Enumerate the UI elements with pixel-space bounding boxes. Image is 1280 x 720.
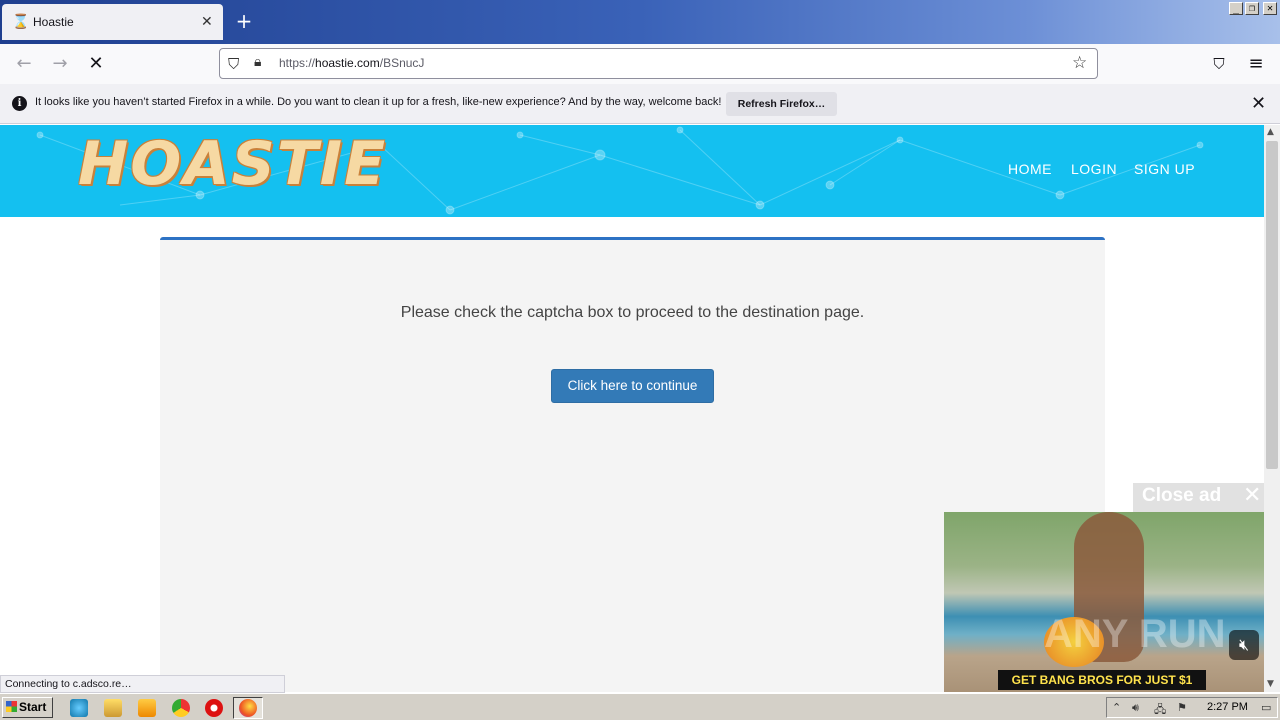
status-bar: Connecting to c.adsco.re…: [0, 675, 285, 693]
firefox-taskbar-button[interactable]: [233, 697, 263, 719]
nav-login-link[interactable]: LOGIN: [1071, 161, 1117, 177]
shield-icon[interactable]: ⛉: [228, 55, 239, 73]
pocket-icon[interactable]: ⛉: [1208, 53, 1230, 75]
media-player-icon[interactable]: [138, 699, 156, 717]
notification-bar: i It looks like you haven’t started Fire…: [0, 84, 1280, 124]
scrollbar-thumb[interactable]: [1266, 141, 1278, 469]
nav-signup-link[interactable]: SIGN UP: [1134, 161, 1195, 177]
continue-button[interactable]: Click here to continue: [551, 369, 714, 403]
close-ad-button[interactable]: Close ad ✕: [1133, 483, 1264, 512]
start-button[interactable]: Start: [2, 697, 53, 718]
close-icon: ✕: [1243, 483, 1262, 508]
browser-tab[interactable]: ⌛ Hoastie ✕: [2, 4, 223, 40]
tab-title: Hoastie: [33, 15, 74, 29]
tray-expand-icon[interactable]: ⌃: [1112, 701, 1121, 714]
back-button[interactable]: ←: [13, 53, 35, 75]
close-notification-icon[interactable]: ✕: [1251, 93, 1266, 114]
browser-tab-strip: ⌛ Hoastie ✕ + _ ❐ ✕: [0, 0, 1280, 44]
show-desktop-icon[interactable]: ▭: [1261, 701, 1271, 714]
captcha-message: Please check the captcha box to proceed …: [400, 304, 865, 321]
nav-home-link[interactable]: HOME: [1008, 161, 1052, 177]
folder-icon[interactable]: [104, 699, 122, 717]
close-tab-icon[interactable]: ✕: [201, 13, 213, 31]
opera-icon[interactable]: [205, 699, 223, 717]
clock[interactable]: 2:27 PM: [1207, 701, 1248, 713]
info-icon: i: [12, 96, 27, 111]
mute-icon[interactable]: 🔇︎: [1229, 630, 1259, 660]
internet-explorer-icon[interactable]: [70, 699, 88, 717]
start-label: Start: [19, 700, 47, 714]
url-bar[interactable]: ⛉ 🔒︎ https://hoastie.com/BSnucJ ☆: [219, 48, 1098, 79]
firefox-icon: [239, 699, 257, 717]
url-path: /BSnucJ: [379, 56, 425, 70]
volume-icon[interactable]: 🔊︎: [1132, 701, 1139, 715]
close-ad-label: Close ad: [1142, 485, 1222, 506]
refresh-firefox-button[interactable]: Refresh Firefox…: [726, 92, 837, 116]
site-header: HOASTIE HOME LOGIN SIGN UP: [0, 125, 1264, 217]
bookmark-star-icon[interactable]: ☆: [1072, 53, 1087, 73]
notification-text: It looks like you haven’t started Firefo…: [35, 96, 722, 108]
taskbar: Start ⌃ 🔊︎ 🖧 ⚑ 2:27 PM ▭: [0, 693, 1280, 720]
windows-logo-icon: [6, 701, 17, 712]
flag-icon[interactable]: ⚑: [1177, 701, 1187, 714]
url-scheme: https://: [279, 56, 316, 70]
url-host: hoastie.com: [315, 56, 380, 70]
url-text[interactable]: https://hoastie.com/BSnucJ: [279, 56, 424, 70]
forward-button[interactable]: →: [49, 53, 71, 75]
lock-icon[interactable]: 🔒︎: [254, 54, 261, 70]
scroll-up-icon[interactable]: ▲: [1267, 127, 1274, 137]
watermark: ANY RUN: [1044, 612, 1226, 656]
ad-video[interactable]: ANY RUN 🔇︎ GET BANG BROS FOR JUST $1: [944, 512, 1264, 692]
site-logo[interactable]: HOASTIE: [78, 129, 387, 199]
new-tab-button[interactable]: +: [233, 10, 255, 32]
vertical-scrollbar[interactable]: ▲ ▼: [1264, 125, 1280, 692]
restore-button[interactable]: ❐: [1245, 2, 1259, 15]
scroll-down-icon[interactable]: ▼: [1267, 679, 1274, 689]
close-window-button[interactable]: ✕: [1263, 2, 1277, 15]
menu-icon[interactable]: ≡: [1245, 53, 1267, 75]
ad-banner[interactable]: GET BANG BROS FOR JUST $1: [998, 670, 1206, 690]
chrome-icon[interactable]: [172, 699, 190, 717]
system-tray: ⌃ 🔊︎ 🖧 ⚑ 2:27 PM ▭: [1106, 697, 1278, 718]
navigation-toolbar: ← → ✕ ⛉ 🔒︎ https://hoastie.com/BSnucJ ☆ …: [0, 44, 1280, 84]
hourglass-icon: ⌛: [12, 14, 30, 30]
network-icon[interactable]: 🖧: [1154, 701, 1166, 720]
minimize-button[interactable]: _: [1229, 2, 1243, 15]
stop-loading-button[interactable]: ✕: [85, 53, 107, 75]
